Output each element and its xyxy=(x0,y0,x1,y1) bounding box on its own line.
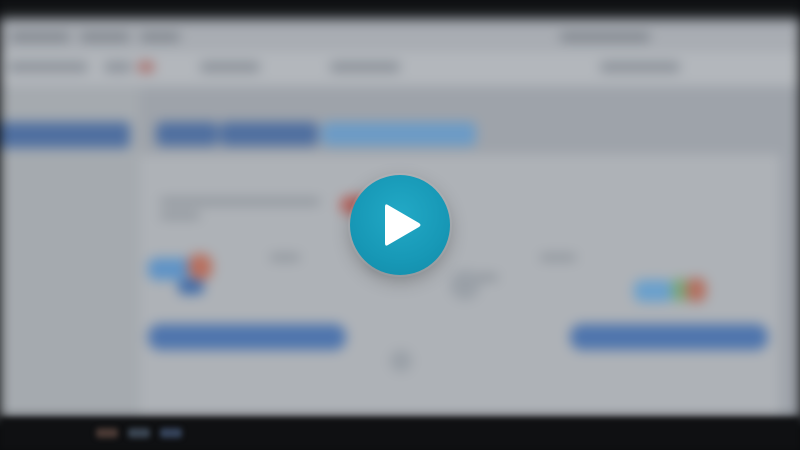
blurred-button-left xyxy=(148,324,346,350)
blurred-icon-smudge xyxy=(390,350,412,372)
blurred-icon-smudge xyxy=(450,270,480,300)
blurred-button-right xyxy=(570,324,768,350)
blurred-taskbar-item xyxy=(160,428,182,438)
blurred-tab-3 xyxy=(322,122,476,146)
video-letterbox-bottom xyxy=(0,418,800,450)
blurred-app-icon-left xyxy=(148,250,212,294)
blurred-left-tab xyxy=(0,122,130,148)
blurred-app-icon-right xyxy=(634,274,706,318)
play-icon xyxy=(385,204,421,246)
blurred-tab-2 xyxy=(220,122,318,146)
blurred-taskbar-item xyxy=(128,428,150,438)
blurred-taskbar-item xyxy=(96,428,118,438)
play-button[interactable] xyxy=(350,175,450,275)
blurred-toolbar xyxy=(0,50,800,86)
video-player[interactable] xyxy=(0,0,800,450)
blurred-tab-1 xyxy=(156,122,218,146)
blurred-menu-bar xyxy=(0,26,800,48)
